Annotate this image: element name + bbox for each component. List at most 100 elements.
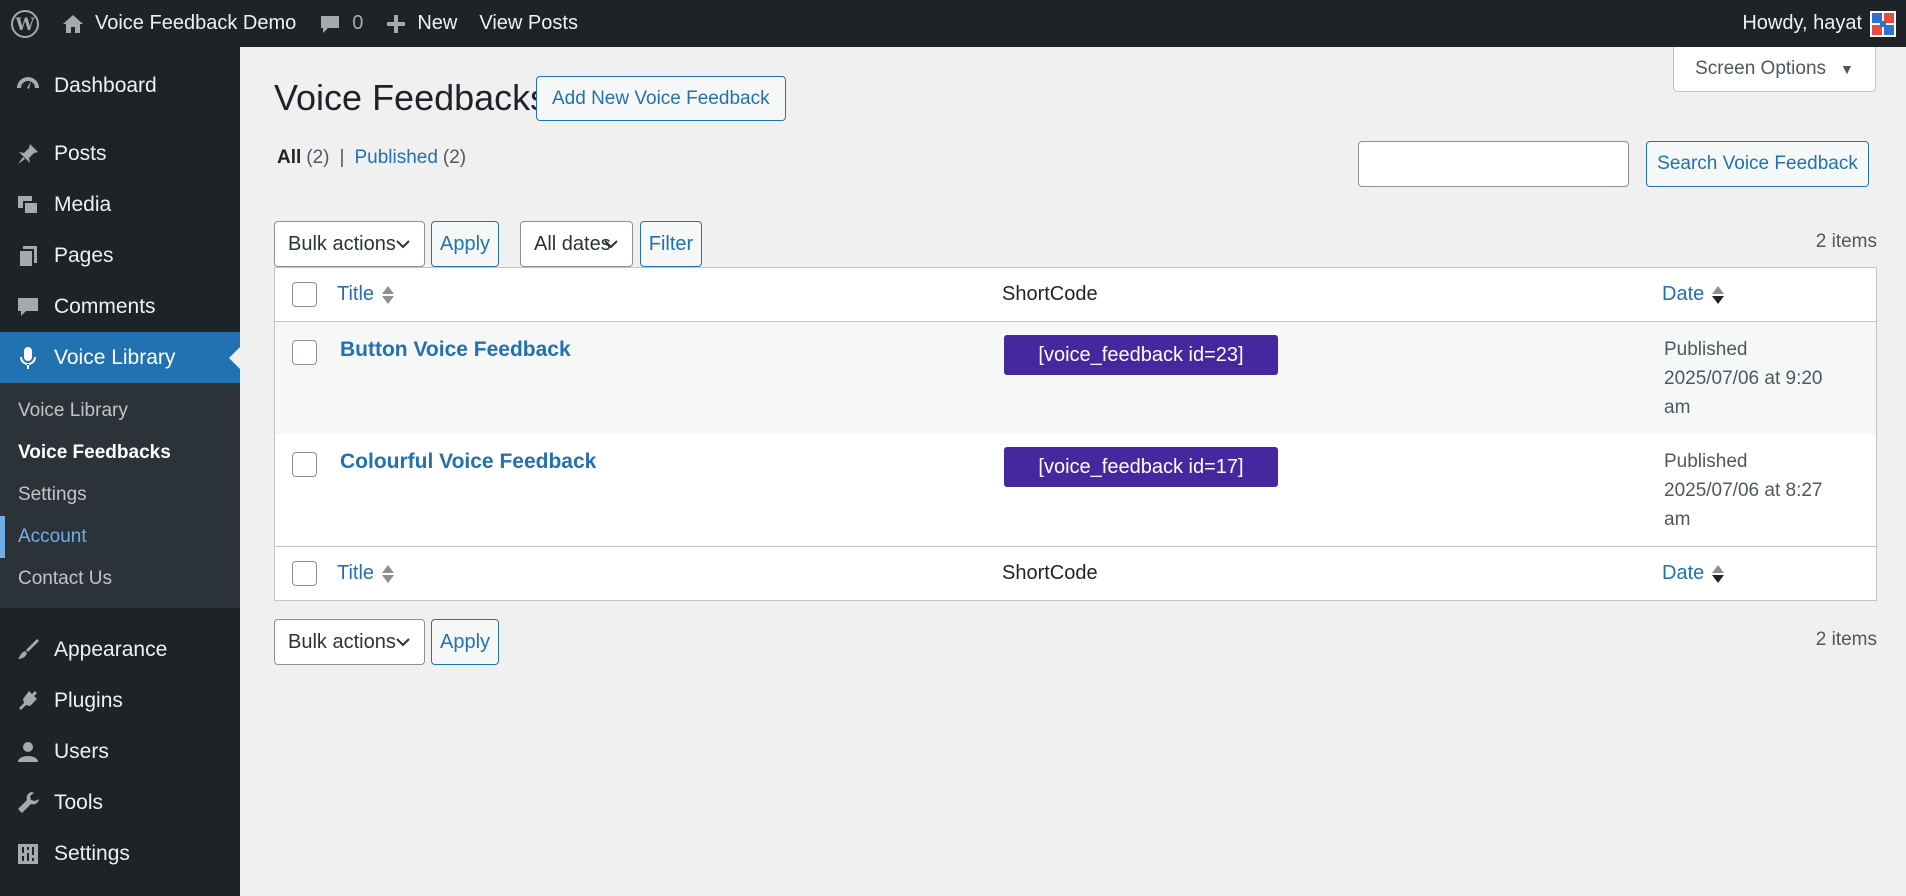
admin-bar: W Voice Feedback Demo 0 New View Posts H… — [0, 0, 1906, 47]
new-content-link[interactable]: New — [374, 0, 468, 47]
row-checkbox[interactable] — [292, 340, 317, 365]
menu-appearance[interactable]: Appearance — [0, 624, 240, 675]
menu-media[interactable]: Media — [0, 179, 240, 230]
sort-by-title-footer[interactable]: Title — [337, 562, 395, 585]
search-voice-feedback-button[interactable]: Search Voice Feedback — [1646, 141, 1869, 187]
row-title-link[interactable]: Colourful Voice Feedback — [340, 450, 596, 474]
row-date-value: 2025/07/06 at 8:27 — [1664, 480, 1823, 501]
column-shortcode-label: ShortCode — [1002, 562, 1098, 584]
submenu-account[interactable]: Account — [0, 516, 240, 558]
menu-settings-label: Settings — [54, 841, 130, 865]
new-label: New — [417, 12, 458, 34]
shortcode-badge: [voice_feedback id=23] — [1004, 335, 1278, 375]
bulk-actions-value: Bulk actions — [288, 232, 396, 255]
row-status: Published — [1664, 339, 1748, 360]
shortcode-badge: [voice_feedback id=17] — [1004, 447, 1278, 487]
site-name-link[interactable]: Voice Feedback Demo — [50, 0, 307, 47]
view-published-link[interactable]: Published — [354, 147, 437, 169]
column-date-label: Date — [1662, 283, 1705, 305]
select-all-checkbox-footer[interactable] — [292, 561, 317, 586]
view-all-link[interactable]: All — [277, 147, 301, 169]
column-date-label: Date — [1662, 562, 1705, 584]
dashboard-icon — [14, 72, 42, 100]
view-posts-link[interactable]: View Posts — [468, 0, 589, 47]
menu-dashboard[interactable]: Dashboard — [0, 60, 240, 111]
table-row: Colourful Voice Feedback [voice_feedback… — [275, 434, 1876, 546]
settings-icon — [14, 840, 42, 868]
sort-by-date-footer[interactable]: Date — [1662, 562, 1725, 585]
apply-button-bottom[interactable]: Apply — [431, 619, 499, 665]
column-title-label: Title — [337, 283, 375, 305]
chevron-down-icon — [396, 638, 410, 647]
menu-pages[interactable]: Pages — [0, 230, 240, 281]
dates-filter-select[interactable]: All dates — [520, 221, 633, 267]
view-separator: | — [339, 147, 345, 168]
submenu-voice-feedbacks[interactable]: Voice Feedbacks — [0, 432, 240, 474]
admin-sidebar: Dashboard Posts Media Pages Comments Voi… — [0, 47, 240, 896]
row-checkbox[interactable] — [292, 452, 317, 477]
search-input[interactable] — [1358, 141, 1629, 187]
user-account-menu[interactable]: Howdy, hayat — [1731, 0, 1906, 47]
comments-count: 0 — [352, 12, 364, 34]
main-content: Screen Options ▼ Voice Feedbacks Add New… — [240, 47, 1906, 896]
site-name-label: Voice Feedback Demo — [95, 12, 297, 34]
submenu-contact-us[interactable]: Contact Us — [0, 558, 240, 600]
wrench-icon — [14, 789, 42, 817]
chevron-down-icon — [604, 240, 618, 249]
menu-settings[interactable]: Settings — [0, 828, 240, 879]
sort-desc-icon — [1712, 564, 1725, 583]
sort-by-title-header[interactable]: Title — [337, 283, 395, 306]
menu-comments[interactable]: Comments — [0, 281, 240, 332]
submenu-voice-library[interactable]: Voice Library — [0, 390, 240, 432]
row-date: Published 2025/07/06 at 9:20 am — [1664, 335, 1864, 422]
voice-library-submenu: Voice Library Voice Feedbacks Settings A… — [0, 383, 240, 608]
view-all-count: (2) — [306, 147, 330, 168]
howdy-label: Howdy, hayat — [1742, 12, 1862, 34]
menu-tools[interactable]: Tools — [0, 777, 240, 828]
row-date: Published 2025/07/06 at 8:27 am — [1664, 447, 1864, 534]
sort-by-date-header[interactable]: Date — [1662, 283, 1725, 306]
sort-arrows-icon — [382, 285, 395, 304]
row-date-suffix: am — [1664, 509, 1691, 530]
submenu-settings[interactable]: Settings — [0, 474, 240, 516]
menu-voice-library-label: Voice Library — [54, 345, 176, 369]
wordpress-logo-icon[interactable]: W — [0, 0, 50, 47]
column-title-label: Title — [337, 562, 375, 584]
apply-button-top[interactable]: Apply — [431, 221, 499, 267]
avatar — [1870, 10, 1896, 37]
voice-feedbacks-table: Title ShortCode Date Button Voice Feedba… — [274, 267, 1877, 601]
row-title-link[interactable]: Button Voice Feedback — [340, 338, 571, 362]
bulk-actions-select-top[interactable]: Bulk actions — [274, 221, 425, 267]
column-shortcode-label: ShortCode — [1002, 283, 1098, 305]
sort-desc-icon — [1712, 285, 1725, 304]
caret-down-icon: ▼ — [1840, 61, 1854, 77]
comments-link[interactable]: 0 — [307, 0, 374, 47]
bulk-actions-select-bottom[interactable]: Bulk actions — [274, 619, 425, 665]
row-status: Published — [1664, 451, 1748, 472]
add-new-voice-feedback-button[interactable]: Add New Voice Feedback — [536, 76, 786, 121]
filter-button[interactable]: Filter — [640, 221, 702, 267]
menu-pages-label: Pages — [54, 243, 114, 267]
screen-options-button[interactable]: Screen Options ▼ — [1673, 47, 1876, 92]
menu-posts-label: Posts — [54, 141, 107, 165]
menu-posts[interactable]: Posts — [0, 128, 240, 179]
menu-users[interactable]: Users — [0, 726, 240, 777]
microphone-icon — [14, 344, 42, 372]
pin-icon — [14, 140, 42, 168]
menu-voice-library[interactable]: Voice Library — [0, 332, 240, 383]
table-row: Button Voice Feedback [voice_feedback id… — [275, 322, 1876, 434]
pages-icon — [14, 242, 42, 270]
status-views: All (2) | Published (2) — [277, 147, 466, 169]
brush-icon — [14, 636, 42, 664]
svg-text:W: W — [14, 15, 35, 35]
media-icon — [14, 191, 42, 219]
menu-comments-label: Comments — [54, 294, 156, 318]
menu-appearance-label: Appearance — [54, 637, 168, 661]
select-all-checkbox[interactable] — [292, 282, 317, 307]
items-count-top: 2 items — [1815, 231, 1877, 252]
plus-icon — [387, 14, 406, 33]
screen-options-label: Screen Options — [1695, 58, 1827, 79]
chevron-down-icon — [396, 240, 410, 249]
menu-plugins[interactable]: Plugins — [0, 675, 240, 726]
comment-icon — [321, 15, 340, 33]
